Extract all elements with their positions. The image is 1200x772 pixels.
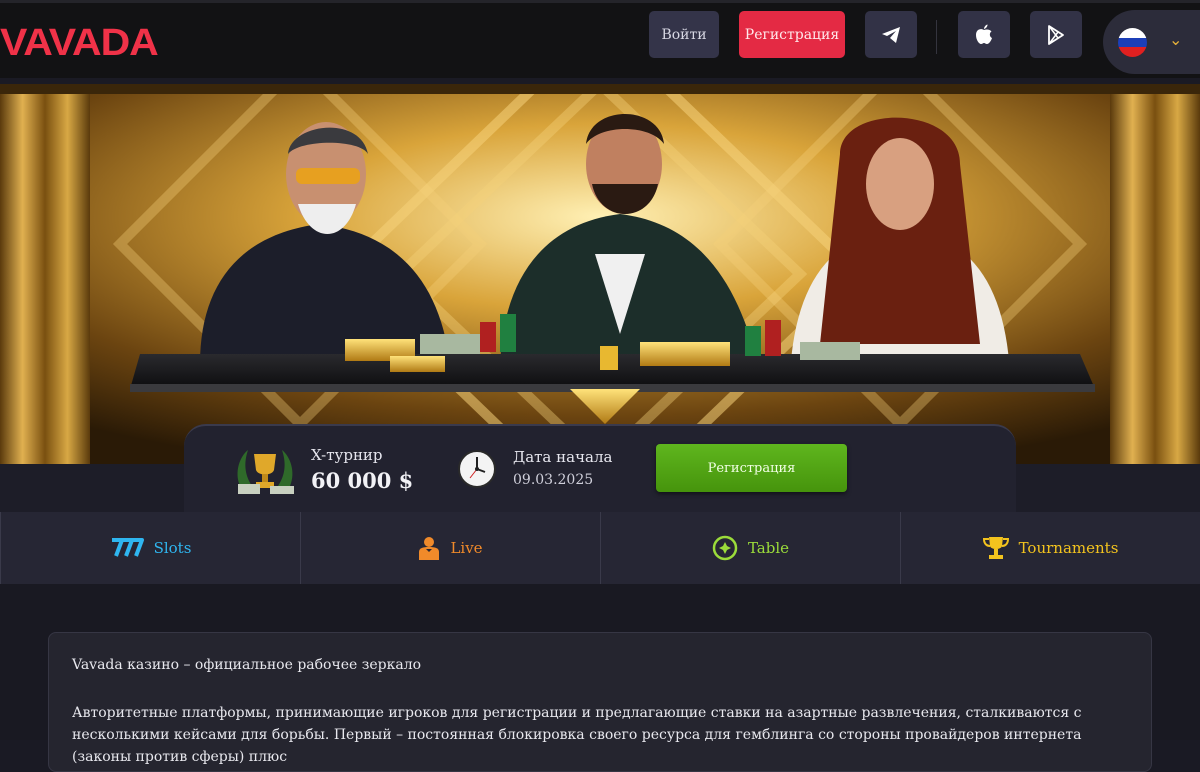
russia-flag-icon: [1118, 28, 1147, 57]
hero-banner[interactable]: [0, 84, 1200, 464]
chevron-down-icon: ⌄: [1169, 30, 1183, 49]
trophy-icon: [982, 535, 1009, 561]
start-date-value: 09.03.2025: [513, 472, 594, 488]
tournament-panel: X-турнир 60 000 $ Дата начала 09.03.2025…: [184, 424, 1016, 514]
tab-table-label: Table: [747, 539, 790, 557]
trophy-laurel-icon: [234, 446, 296, 500]
login-button[interactable]: Войти: [649, 11, 719, 58]
tournament-register-button[interactable]: Регистрация: [656, 444, 847, 492]
tournament-label: X-турнир: [311, 446, 383, 464]
tab-live-label: Live: [450, 539, 483, 557]
apple-icon: [976, 24, 992, 44]
apple-app-button[interactable]: [958, 11, 1010, 58]
telegram-icon: [882, 26, 900, 43]
tab-tournaments[interactable]: Tournaments: [900, 512, 1200, 584]
dealer-icon: [418, 536, 440, 560]
article-paragraph: Авторитетные платформы, принимающие игро…: [72, 705, 1082, 765]
category-tabs: Slots Live Table Tournaments: [0, 512, 1200, 584]
google-play-icon: [1048, 24, 1064, 45]
register-button[interactable]: Регистрация: [739, 11, 845, 58]
hero-illustration: [0, 84, 1200, 464]
tab-live[interactable]: Live: [300, 512, 600, 584]
article-card: Vavada казино – официальное рабочее зерк…: [48, 632, 1152, 772]
language-selector[interactable]: ⌄: [1103, 10, 1200, 74]
tab-slots-label: Slots: [153, 539, 192, 557]
header-divider: [936, 20, 937, 54]
poker-chip-icon: [712, 535, 738, 561]
tab-tournaments-label: Tournaments: [1018, 539, 1119, 557]
telegram-button[interactable]: [865, 11, 917, 58]
google-play-button[interactable]: [1030, 11, 1082, 58]
slots-777-icon: [110, 538, 144, 558]
vavada-logo[interactable]: VAVADA: [0, 21, 159, 65]
site-header: VAVADA Войти Регистрация ⌄: [0, 0, 1200, 78]
tab-slots[interactable]: Slots: [0, 512, 300, 584]
clock-icon: [458, 450, 496, 492]
tournament-prize: 60 000 $: [311, 468, 414, 493]
start-date-label: Дата начала: [513, 448, 613, 466]
tab-table[interactable]: Table: [600, 512, 900, 584]
article-title: Vavada казино – официальное рабочее зерк…: [72, 657, 422, 673]
